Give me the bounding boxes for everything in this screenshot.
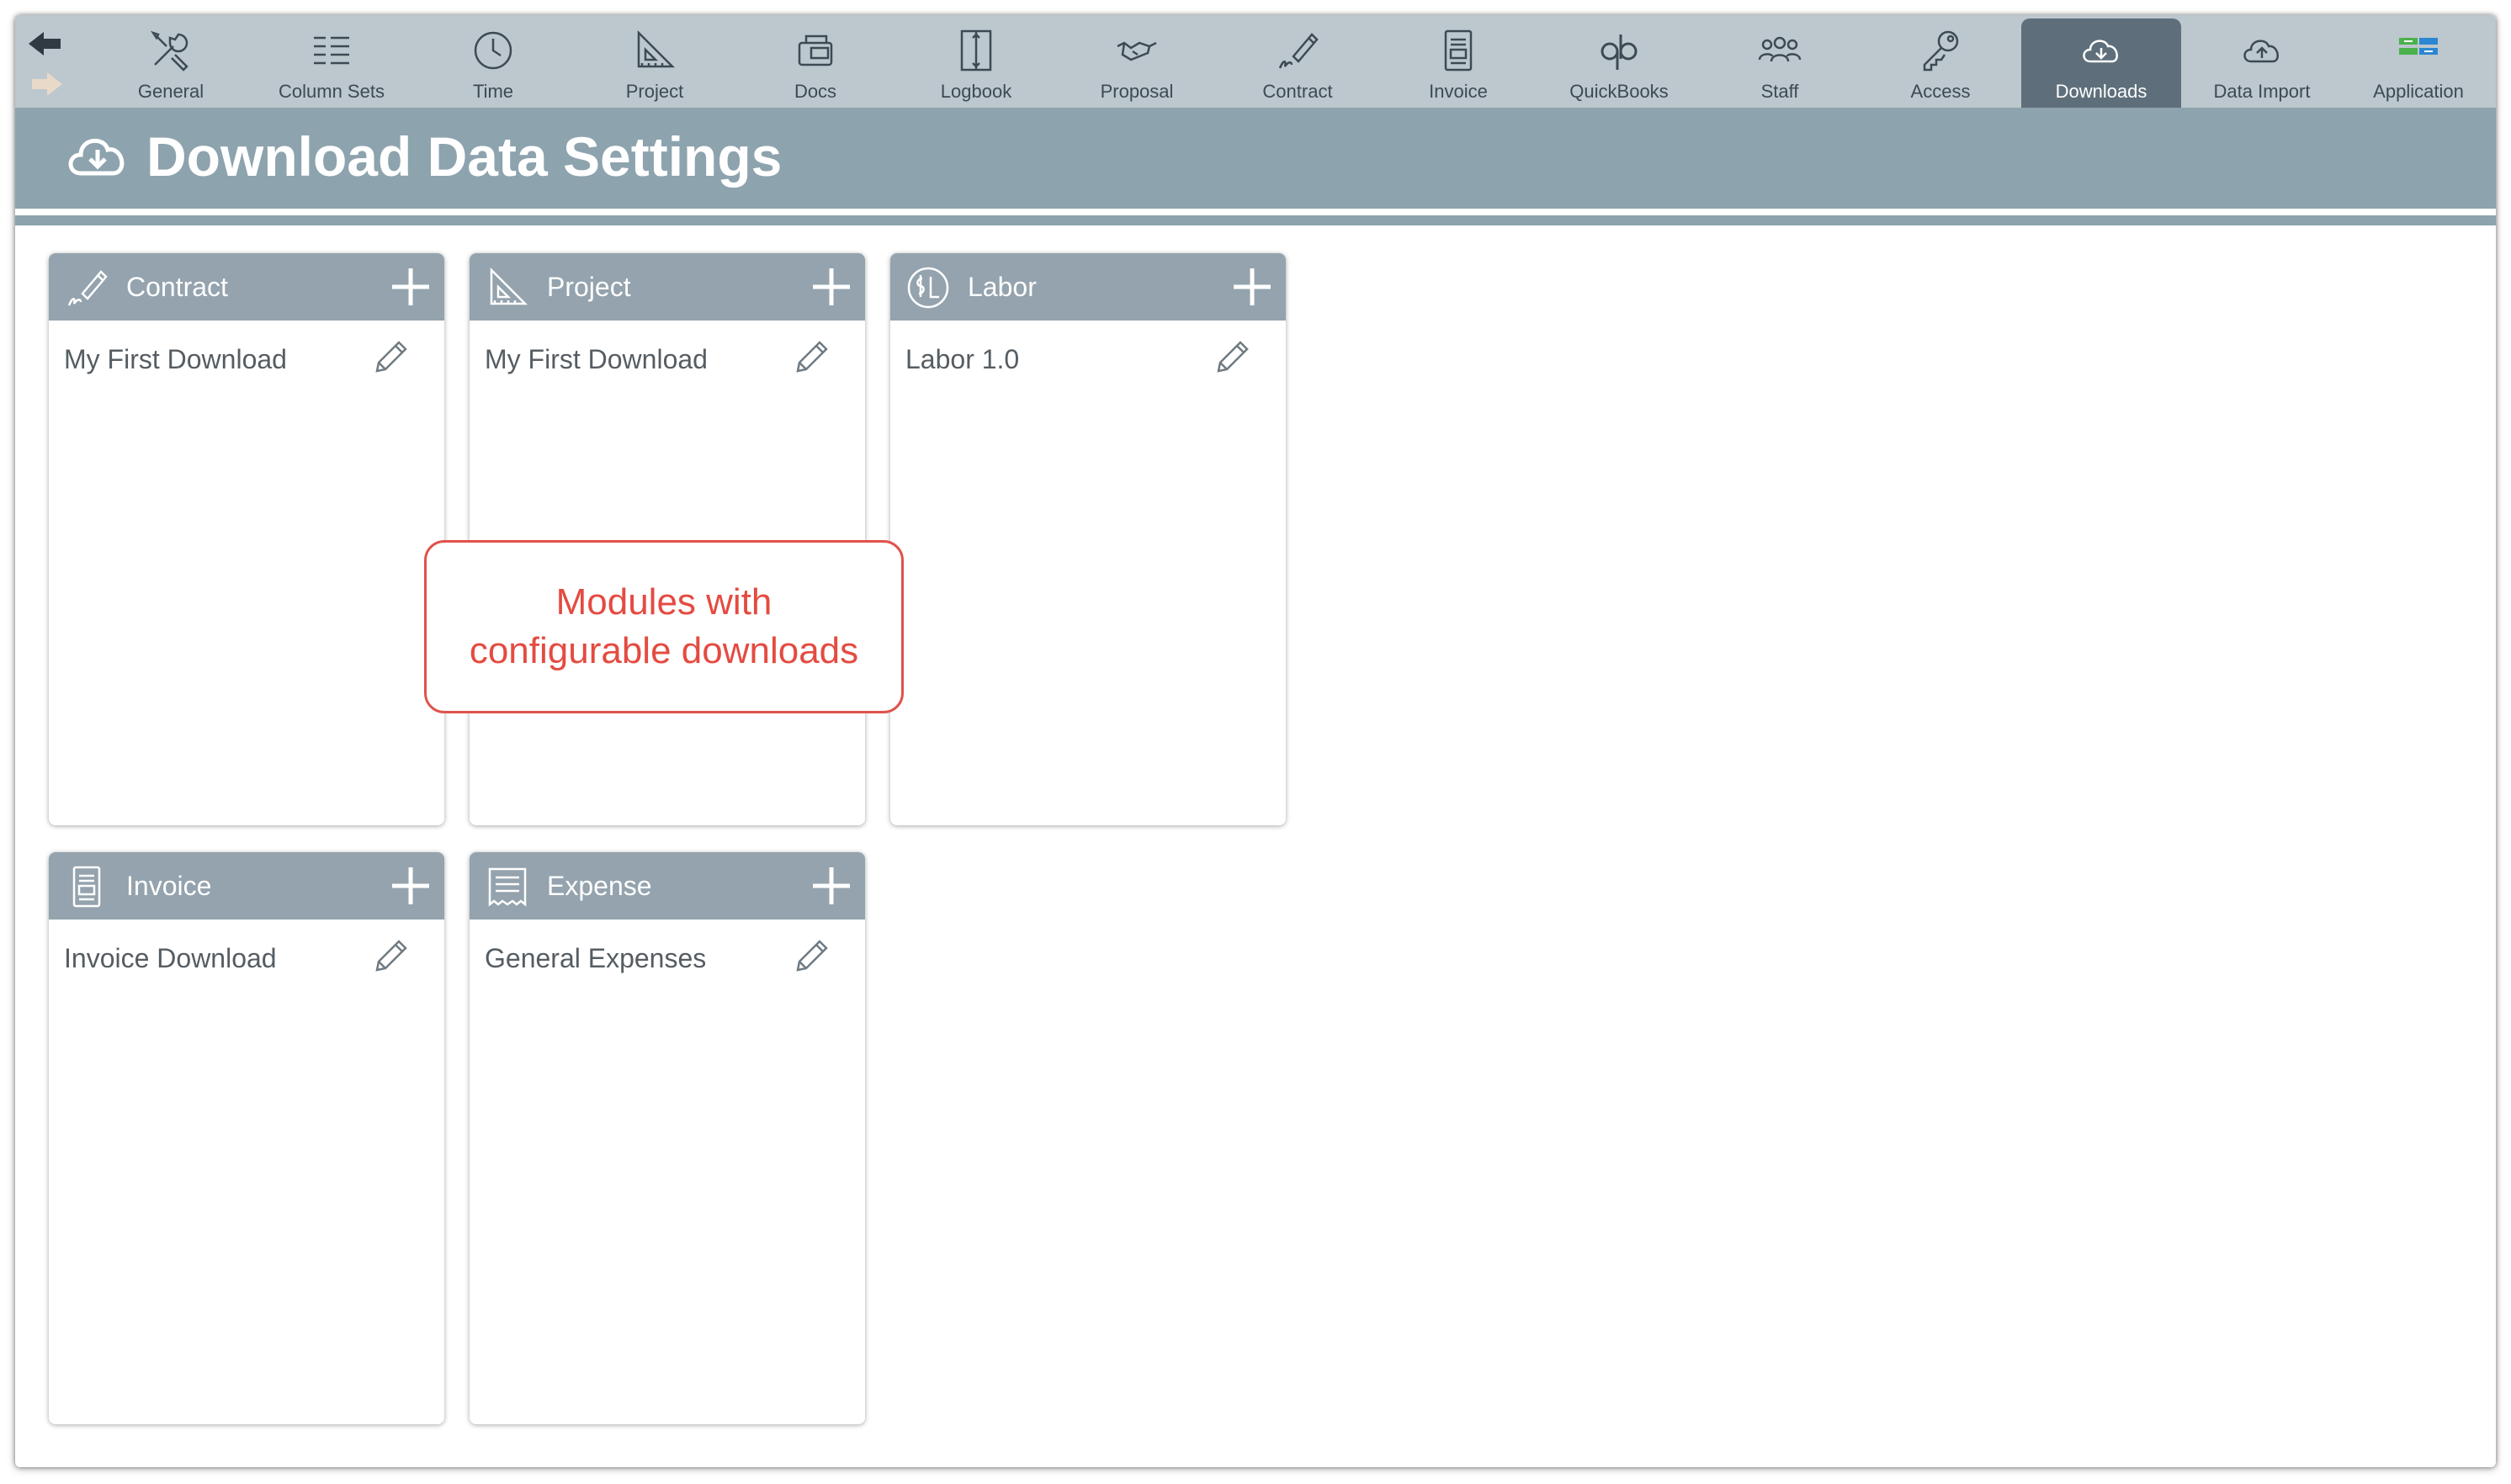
add-download-button[interactable] <box>810 864 853 908</box>
tab-label: Application <box>2373 81 2464 102</box>
page-title: Download Data Settings <box>146 125 783 188</box>
top-toolbar: General Column Sets Time Project Docs Lo… <box>15 15 2496 111</box>
list-item[interactable]: My First Download <box>49 321 444 395</box>
tab-application[interactable]: Application <box>2338 19 2496 111</box>
card-header: Expense <box>470 852 865 920</box>
module-card-expense: Expense General Expenses <box>470 852 865 1424</box>
cloud-upload-icon <box>2237 25 2287 76</box>
column-sets-icon <box>306 25 357 76</box>
back-arrow-icon[interactable] <box>29 32 61 56</box>
page-header: Download Data Settings <box>15 108 2496 209</box>
tools-icon <box>146 25 196 76</box>
card-title: Project <box>547 272 631 302</box>
tab-label: Access <box>1910 81 1971 102</box>
callout-line: configurable downloads <box>469 630 859 671</box>
tab-general[interactable]: General <box>91 19 251 111</box>
pencil-icon[interactable] <box>791 936 831 977</box>
download-name: Invoice Download <box>64 943 277 973</box>
list-item[interactable]: My First Download <box>470 321 865 395</box>
pencil-icon[interactable] <box>1212 337 1252 378</box>
tab-label: Contract <box>1262 81 1333 102</box>
list-item[interactable]: Labor 1.0 <box>890 321 1286 395</box>
module-card-project: Project My First Download <box>470 253 865 825</box>
triangle-ruler-icon <box>485 265 530 310</box>
add-download-button[interactable] <box>389 265 433 309</box>
tab-access[interactable]: Access <box>1861 19 2020 111</box>
tab-label: Downloads <box>2055 81 2147 102</box>
tab-time[interactable]: Time <box>413 19 573 111</box>
add-download-button[interactable] <box>389 864 433 908</box>
card-header: Project <box>470 253 865 321</box>
tab-label: Proposal <box>1100 81 1174 102</box>
add-download-button[interactable] <box>810 265 853 309</box>
invoice-icon <box>1433 25 1484 76</box>
card-title: Contract <box>126 272 228 302</box>
tab-quickbooks[interactable]: QuickBooks <box>1539 19 1699 111</box>
tab-label: Staff <box>1760 81 1799 102</box>
pencil-icon[interactable] <box>370 936 411 977</box>
tab-label: Invoice <box>1429 81 1488 102</box>
quickbooks-icon <box>1594 25 1644 76</box>
tab-label: Logbook <box>940 81 1012 102</box>
card-header: Invoice <box>49 852 444 920</box>
add-download-button[interactable] <box>1230 265 1274 309</box>
cloud-download-icon <box>64 131 131 182</box>
labor-dollar-icon <box>905 265 951 310</box>
tab-invoice[interactable]: Invoice <box>1378 19 1538 111</box>
download-name: Labor 1.0 <box>905 344 1020 374</box>
tab-project[interactable]: Project <box>575 19 735 111</box>
card-header: Labor <box>890 253 1286 321</box>
download-name: My First Download <box>64 344 287 374</box>
key-icon <box>1915 25 1966 76</box>
header-divider <box>15 209 2496 215</box>
pencil-icon[interactable] <box>370 337 411 378</box>
list-item[interactable]: Invoice Download <box>49 920 444 994</box>
download-name: My First Download <box>485 344 708 374</box>
staff-icon <box>1755 25 1805 76</box>
tab-column-sets[interactable]: Column Sets <box>252 19 411 111</box>
tab-label: Time <box>472 81 514 102</box>
header-divider <box>15 215 2496 225</box>
module-card-labor: Labor Labor 1.0 <box>890 253 1286 825</box>
module-card-invoice: Invoice Invoice Download <box>49 852 444 1424</box>
pencil-icon[interactable] <box>791 337 831 378</box>
tab-label: QuickBooks <box>1569 81 1669 102</box>
clock-icon <box>468 25 518 76</box>
card-title: Expense <box>547 871 652 901</box>
tab-contract[interactable]: Contract <box>1218 19 1378 111</box>
tab-label: Data Import <box>2213 81 2311 102</box>
application-icon <box>2393 25 2444 76</box>
handshake-icon <box>1112 25 1162 76</box>
app-window: General Column Sets Time Project Docs Lo… <box>15 15 2496 1467</box>
tab-label: Project <box>625 81 684 102</box>
invoice-icon <box>64 864 109 909</box>
tab-staff[interactable]: Staff <box>1700 19 1860 111</box>
pen-signature-icon <box>1272 25 1323 76</box>
triangle-ruler-icon <box>629 25 680 76</box>
receipt-icon <box>485 864 530 909</box>
card-header: Contract <box>49 253 444 321</box>
card-title: Invoice <box>126 871 212 901</box>
tab-proposal[interactable]: Proposal <box>1057 19 1217 111</box>
nav-arrows <box>24 29 67 104</box>
list-item[interactable]: General Expenses <box>470 920 865 994</box>
forward-arrow-icon[interactable] <box>32 72 62 96</box>
tab-label: General <box>137 81 204 102</box>
cloud-download-icon <box>2076 25 2126 76</box>
docs-icon <box>790 25 841 76</box>
download-name: General Expenses <box>485 943 707 973</box>
card-title: Labor <box>968 272 1037 302</box>
tab-label: Docs <box>794 81 837 102</box>
callout-line: Modules with <box>555 581 772 623</box>
tab-docs[interactable]: Docs <box>735 19 895 111</box>
tab-data-import[interactable]: Data Import <box>2182 19 2342 111</box>
tab-downloads[interactable]: Downloads <box>2021 19 2181 109</box>
module-card-contract: Contract My First Download <box>49 253 444 825</box>
pen-signature-icon <box>64 265 109 310</box>
annotation-callout: Modules with configurable downloads <box>424 540 904 713</box>
logbook-icon <box>951 25 1001 76</box>
tab-label: Column Sets <box>279 81 385 102</box>
tab-logbook[interactable]: Logbook <box>896 19 1056 111</box>
